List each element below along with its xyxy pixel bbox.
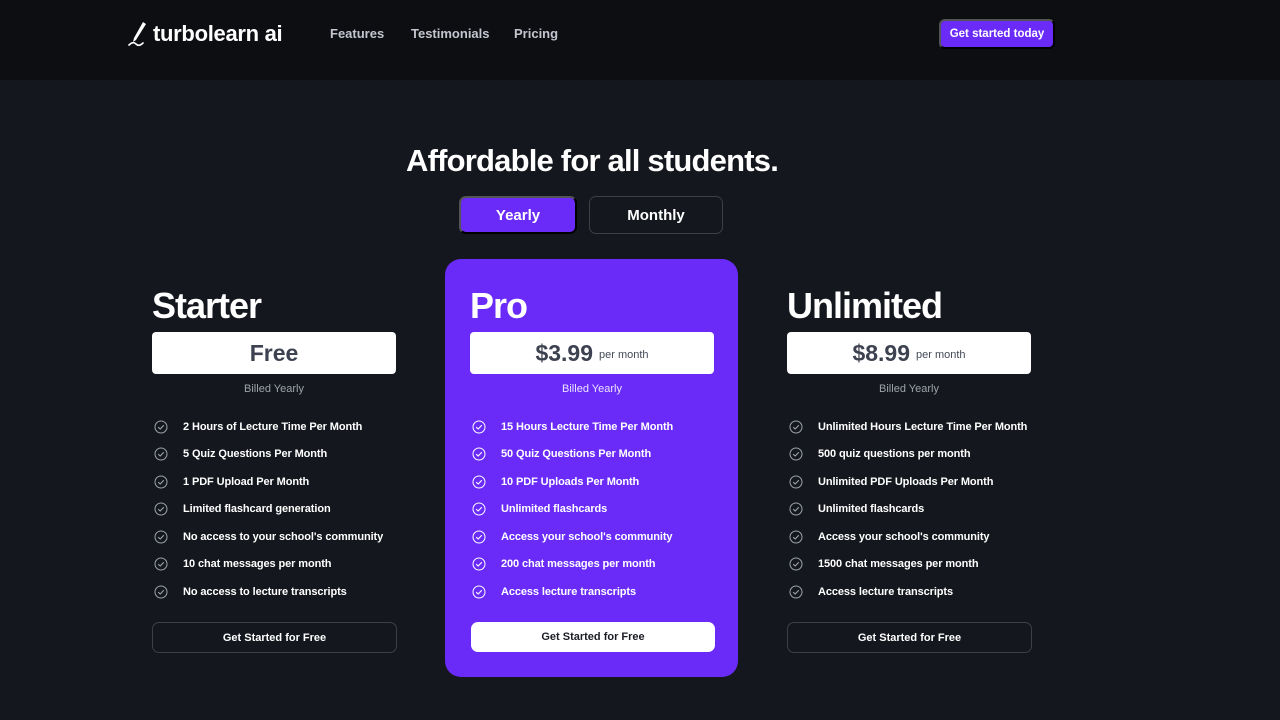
feature-item: 1 PDF Upload Per Month [152,468,398,496]
plan-card-unlimited: Unlimited $8.99 per month Billed Yearly … [787,284,1033,653]
plan-name: Unlimited [787,285,943,326]
plan-price: $8.99 [852,339,911,366]
price-period: per month [916,348,966,361]
billing-note: Billed Yearly [562,383,622,395]
get-started-free-button[interactable]: Get Started for Free [471,622,715,652]
billing-note: Billed Yearly [879,383,939,395]
feature-item: Unlimited flashcards [787,496,1033,524]
feature-item: Access lecture transcripts [470,578,716,606]
check-circle-icon [789,502,803,516]
check-circle-icon [789,585,803,599]
price-period: per month [599,348,649,361]
feature-text: Unlimited flashcards [501,503,608,516]
feature-item: Unlimited flashcards [470,496,716,524]
plan-card-pro: Pro $3.99 per month Billed Yearly 15 Hou… [470,284,716,652]
top-nav: turbolearn ai Features Testimonials Pric… [0,0,1280,80]
feature-text: Unlimited PDF Uploads Per Month [818,475,994,488]
feature-item: 10 PDF Uploads Per Month [470,468,716,496]
price-box: $8.99 per month [787,332,1031,374]
feature-list: 15 Hours Lecture Time Per Month 50 Quiz … [470,413,716,606]
feature-item: Access your school's community [470,523,716,551]
plan-name: Pro [470,285,528,326]
nav-link-testimonials[interactable]: Testimonials [411,26,490,41]
check-circle-icon [154,420,168,434]
logo-text: turbolearn ai [153,21,283,46]
feature-item: 200 chat messages per month [470,551,716,579]
check-circle-icon [472,447,486,461]
check-circle-icon [472,585,486,599]
feature-item: 500 quiz questions per month [787,441,1033,469]
feature-list: 2 Hours of Lecture Time Per Month 5 Quiz… [152,413,398,606]
get-started-free-button[interactable]: Get Started for Free [787,622,1032,653]
feature-text: 1 PDF Upload Per Month [183,475,310,488]
get-started-today-button[interactable]: Get started today [939,19,1055,49]
check-circle-icon [472,530,486,544]
check-circle-icon [154,447,168,461]
check-circle-icon [154,585,168,599]
feature-text: 200 chat messages per month [501,558,656,571]
feature-item: Unlimited PDF Uploads Per Month [787,468,1033,496]
feature-text: Unlimited flashcards [818,503,925,516]
feature-list: Unlimited Hours Lecture Time Per Month 5… [787,413,1033,606]
feature-text: No access to lecture transcripts [183,585,347,598]
nav-link-pricing[interactable]: Pricing [514,26,558,41]
price-box: $3.99 per month [470,332,714,374]
feature-text: 10 chat messages per month [183,558,332,571]
feature-item: Access lecture transcripts [787,578,1033,606]
feature-text: Unlimited Hours Lecture Time Per Month [818,420,1028,433]
check-circle-icon [789,447,803,461]
monthly-toggle-button[interactable]: Monthly [589,196,723,234]
feature-text: 1500 chat messages per month [818,558,979,571]
check-circle-icon [154,475,168,489]
feature-text: Access your school's community [818,530,990,543]
feature-text: 10 PDF Uploads Per Month [501,475,640,488]
feature-item: 15 Hours Lecture Time Per Month [470,413,716,441]
feature-item: 2 Hours of Lecture Time Per Month [152,413,398,441]
yearly-toggle-button[interactable]: Yearly [459,196,577,234]
feature-item: 1500 chat messages per month [787,551,1033,579]
plan-price: $3.99 [535,339,594,366]
feature-item: No access to your school's community [152,523,398,551]
check-circle-icon [789,557,803,571]
pen-icon [128,22,146,47]
nav-link-features[interactable]: Features [330,26,384,41]
plan-name: Starter [152,285,262,326]
price-box: Free [152,332,396,374]
feature-text: No access to your school's community [183,530,384,543]
feature-item: Limited flashcard generation [152,496,398,524]
feature-text: Limited flashcard generation [183,503,331,516]
feature-item: 10 chat messages per month [152,551,398,579]
plan-price: Free [249,339,299,366]
check-circle-icon [789,475,803,489]
feature-text: 500 quiz questions per month [818,448,971,461]
check-circle-icon [789,530,803,544]
feature-item: Unlimited Hours Lecture Time Per Month [787,413,1033,441]
get-started-free-button[interactable]: Get Started for Free [152,622,397,653]
feature-text: 15 Hours Lecture Time Per Month [501,420,674,433]
check-circle-icon [472,557,486,571]
check-circle-icon [472,502,486,516]
feature-item: No access to lecture transcripts [152,578,398,606]
plan-card-starter: Starter Free Billed Yearly 2 Hours of Le… [152,284,398,653]
page-title: Affordable for all students. [405,143,779,178]
feature-text: 5 Quiz Questions Per Month [183,448,328,461]
feature-item: Access your school's community [787,523,1033,551]
feature-text: Access lecture transcripts [818,585,953,598]
check-circle-icon [472,420,486,434]
feature-text: Access lecture transcripts [501,585,636,598]
feature-text: 2 Hours of Lecture Time Per Month [183,420,363,433]
feature-item: 50 Quiz Questions Per Month [470,441,716,469]
check-circle-icon [154,557,168,571]
check-circle-icon [154,502,168,516]
check-circle-icon [789,420,803,434]
check-circle-icon [472,475,486,489]
logo[interactable]: turbolearn ai [127,20,283,48]
check-circle-icon [154,530,168,544]
feature-text: 50 Quiz Questions Per Month [501,448,652,461]
billing-note: Billed Yearly [244,383,304,395]
feature-item: 5 Quiz Questions Per Month [152,441,398,469]
feature-text: Access your school's community [501,530,673,543]
